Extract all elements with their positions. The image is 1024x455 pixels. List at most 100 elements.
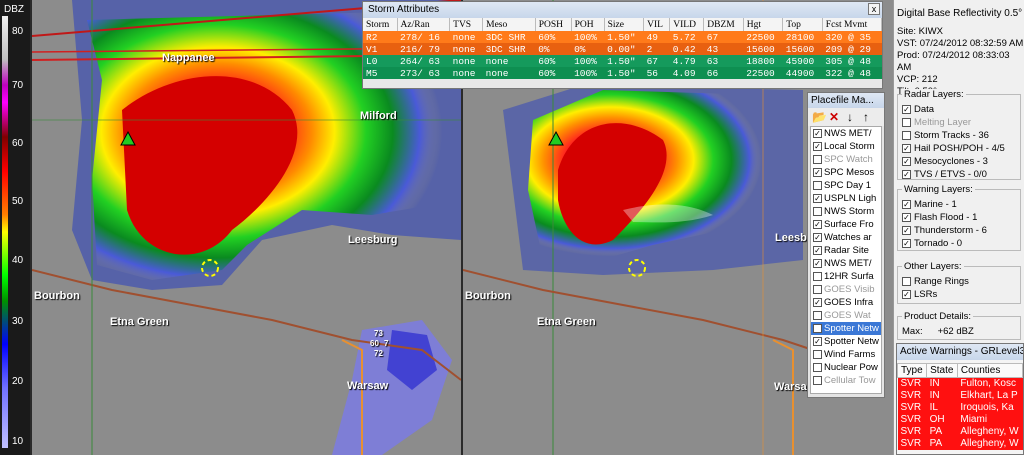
active-warnings-window[interactable]: Active Warnings - GRLevel3 Type State Coun… — [896, 343, 1024, 455]
warning-layer-checkbox[interactable]: ✓ — [902, 200, 911, 209]
placefile-checkbox[interactable] — [813, 285, 822, 294]
warning-layer-item[interactable]: ✓ Marine - 1 — [902, 198, 1018, 211]
storm-row[interactable]: M5 273/ 63 none none 60% 100% 1.50" 56 4.09 66 225… — [363, 67, 882, 79]
placefile-item[interactable]: NWS Storm — [811, 205, 881, 218]
placefile-checkbox[interactable]: ✓ — [813, 129, 822, 138]
radar-layer-checkbox[interactable] — [902, 131, 911, 140]
warning-layer-item[interactable]: ✓ Thunderstorm - 6 — [902, 224, 1018, 237]
placefile-item[interactable]: ✓ SPC Mesos — [811, 166, 881, 179]
storm-column-header[interactable]: VILD — [669, 18, 705, 31]
warning-row[interactable]: SVR IL Iroquois, Ka — [897, 401, 1023, 414]
placefile-item[interactable]: Cellular Tow — [811, 374, 881, 387]
storm-column-header[interactable]: VIL — [643, 18, 671, 31]
storm-column-header[interactable]: TVS — [449, 18, 484, 31]
placefile-manager-window[interactable]: Placefile Ma... 📂 ✕ ↓ ↑ ✓ NWS MET/✓ Local … — [807, 92, 885, 398]
storm-attributes-window[interactable]: Storm Attributes x Storm Az/Ran TVS Meso POS… — [362, 1, 883, 89]
placefile-item[interactable]: ✓ USPLN Ligh — [811, 192, 881, 205]
storm-column-header[interactable]: Az/Ran — [397, 18, 451, 31]
placefile-item[interactable]: GOES Visib — [811, 283, 881, 296]
placefile-item[interactable]: Spotter Netw — [811, 322, 881, 335]
placefile-checkbox[interactable] — [813, 350, 822, 359]
storm-column-header[interactable]: Hgt — [743, 18, 784, 31]
storm-column-header[interactable]: Size — [604, 18, 645, 31]
placefile-checkbox[interactable] — [813, 272, 822, 281]
close-icon[interactable]: x — [868, 3, 880, 15]
placefile-checkbox[interactable]: ✓ — [813, 233, 822, 242]
storm-attributes-titlebar[interactable]: Storm Attributes x — [363, 2, 882, 18]
open-icon[interactable]: 📂 — [812, 110, 827, 124]
placefile-item[interactable]: ✓ GOES Infra — [811, 296, 881, 309]
placefile-manager-titlebar[interactable]: Placefile Ma... — [808, 93, 884, 108]
placefile-checkbox[interactable] — [813, 207, 822, 216]
placefile-checkbox[interactable] — [813, 155, 822, 164]
storm-column-header[interactable]: DBZM — [703, 18, 744, 31]
down-arrow-icon[interactable]: ↓ — [844, 110, 856, 124]
placefile-checkbox[interactable]: ✓ — [813, 246, 822, 255]
radar-layer-checkbox[interactable]: ✓ — [902, 170, 911, 179]
placefile-checkbox[interactable] — [813, 363, 822, 372]
placefile-checkbox[interactable]: ✓ — [813, 142, 822, 151]
placefile-checkbox[interactable] — [813, 376, 822, 385]
storm-column-header[interactable]: POH — [571, 18, 605, 31]
storm-row[interactable]: L0 264/ 63 none none 60% 100% 1.50" 67 4.79 63 188… — [363, 55, 882, 67]
other-layer-checkbox[interactable]: ✓ — [902, 290, 911, 299]
storm-column-header[interactable]: Top — [782, 18, 823, 31]
warning-layer-item[interactable]: ✓ Flash Flood - 1 — [902, 211, 1018, 224]
radar-layer-item[interactable]: Storm Tracks - 36 — [902, 129, 1018, 142]
active-warnings-titlebar[interactable]: Active Warnings - GRLevel3 — [897, 344, 1023, 360]
radar-layer-checkbox[interactable] — [902, 118, 911, 127]
storm-column-header[interactable]: Storm — [363, 18, 398, 31]
radar-layer-checkbox[interactable]: ✓ — [902, 157, 911, 166]
other-layer-item[interactable]: ✓ LSRs — [902, 288, 1018, 301]
placefile-checkbox[interactable]: ✓ — [813, 194, 822, 203]
placefile-item[interactable]: GOES Wat — [811, 309, 881, 322]
placefile-item[interactable]: 12HR Surfa — [811, 270, 881, 283]
warning-column-header[interactable]: State — [926, 363, 958, 378]
placefile-item[interactable]: Wind Farms — [811, 348, 881, 361]
placefile-checkbox[interactable] — [813, 311, 822, 320]
storm-row[interactable]: R2 278/ 16 none 3DC SHR 60% 100% 1.50" 49 5.72 67… — [363, 31, 882, 43]
radar-layer-item[interactable]: ✓ Data — [902, 103, 1018, 116]
other-layer-checkbox[interactable] — [902, 277, 911, 286]
warning-layer-checkbox[interactable]: ✓ — [902, 239, 911, 248]
warning-layer-checkbox[interactable]: ✓ — [902, 226, 911, 235]
placefile-item[interactable]: SPC Day 1 — [811, 179, 881, 192]
storm-column-header[interactable]: Meso — [482, 18, 536, 31]
radar-layer-checkbox[interactable]: ✓ — [902, 105, 911, 114]
placefile-item[interactable]: ✓ NWS MET/ — [811, 127, 881, 140]
placefile-checkbox[interactable]: ✓ — [813, 298, 822, 307]
radar-layer-item[interactable]: Melting Layer — [902, 116, 1018, 129]
storm-column-header[interactable]: Fcst Mvmt — [822, 18, 883, 31]
warning-column-header[interactable]: Type — [896, 363, 928, 378]
radar-layer-checkbox[interactable]: ✓ — [902, 144, 911, 153]
warning-row[interactable]: SVR PA Allegheny, W — [897, 425, 1023, 438]
placefile-item[interactable]: ✓ Watches ar — [811, 231, 881, 244]
placefile-item[interactable]: ✓ Spotter Netw — [811, 335, 881, 348]
delete-icon[interactable]: ✕ — [828, 110, 840, 124]
storm-row[interactable]: V1 216/ 79 none 3DC SHR 0% 0% 0.00" 2 0.42 43 1560… — [363, 43, 882, 55]
radar-layer-item[interactable]: ✓ Hail POSH/POH - 4/5 — [902, 142, 1018, 155]
other-layer-item[interactable]: Range Rings — [902, 275, 1018, 288]
placefile-checkbox[interactable] — [813, 181, 822, 190]
warning-column-header[interactable]: Counties — [956, 363, 1024, 378]
warning-row[interactable]: SVR PA Allegheny, W — [897, 437, 1023, 450]
warning-row[interactable]: SVR IN Fulton, Kosc — [897, 377, 1023, 390]
placefile-item[interactable]: Nuclear Pow — [811, 361, 881, 374]
placefile-checkbox[interactable]: ✓ — [813, 168, 822, 177]
up-arrow-icon[interactable]: ↑ — [860, 110, 872, 124]
placefile-checkbox[interactable] — [813, 324, 822, 333]
warning-row[interactable]: SVR IN Elkhart, La P — [897, 389, 1023, 402]
radar-layer-item[interactable]: ✓ Mesocyclones - 3 — [902, 155, 1018, 168]
warning-row[interactable]: SVR OH Miami — [897, 413, 1023, 426]
placefile-checkbox[interactable]: ✓ — [813, 259, 822, 268]
warning-layer-checkbox[interactable]: ✓ — [902, 213, 911, 222]
warning-layer-item[interactable]: ✓ Tornado - 0 — [902, 237, 1018, 250]
placefile-item[interactable]: SPC Watch — [811, 153, 881, 166]
placefile-item[interactable]: ✓ NWS MET/ — [811, 257, 881, 270]
radar-layer-item[interactable]: ✓ TVS / ETVS - 0/0 — [902, 168, 1018, 181]
storm-column-header[interactable]: POSH — [535, 18, 572, 31]
placefile-item[interactable]: ✓ Local Storm — [811, 140, 881, 153]
placefile-item[interactable]: ✓ Radar Site — [811, 244, 881, 257]
placefile-item[interactable]: ✓ Surface Fro — [811, 218, 881, 231]
placefile-checkbox[interactable]: ✓ — [813, 337, 822, 346]
